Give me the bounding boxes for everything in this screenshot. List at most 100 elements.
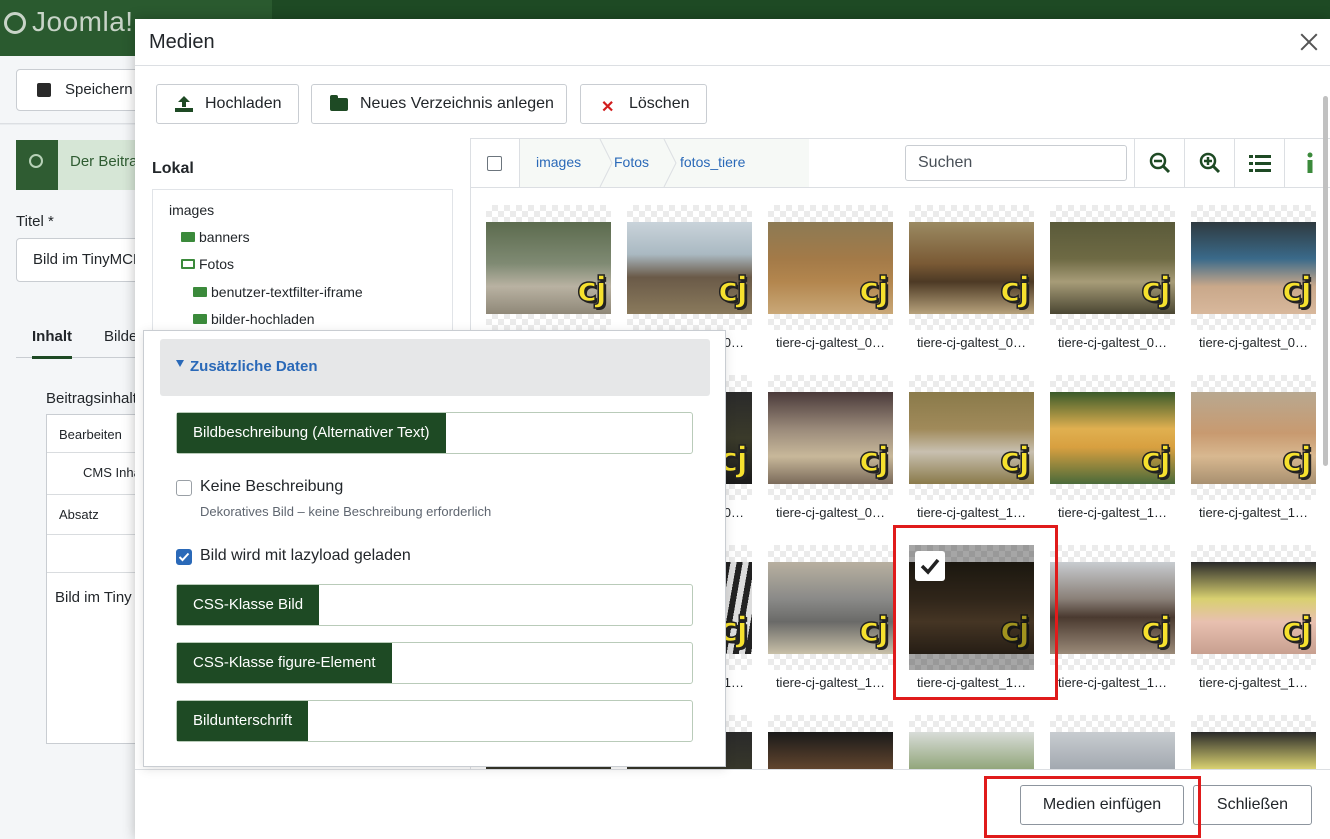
thumbnail-image[interactable]: cj (1050, 375, 1175, 500)
thumbnail-image[interactable]: cj (1191, 545, 1316, 670)
thumbnail-name: tiere-cj-galtest_1… (916, 505, 1027, 520)
thumbnail-photo: cj (909, 392, 1034, 484)
tree-heading: Lokal (152, 160, 194, 177)
editor-format-select[interactable]: Absatz (59, 507, 99, 522)
media-thumbnail[interactable]: cj tiere-cj-galtest_1… (1050, 375, 1175, 525)
close-icon[interactable] (1298, 31, 1320, 53)
upload-button[interactable]: Hochladen (156, 84, 299, 124)
thumbnail-photo: cj (768, 222, 893, 314)
thumbnail-photo: cj (1050, 562, 1175, 654)
media-thumbnail[interactable]: cj tiere-cj-galtest_0… (1050, 205, 1175, 355)
thumbnail-image[interactable]: cj (1191, 375, 1316, 500)
tree-item-images[interactable]: images (169, 202, 214, 218)
no-description-label: Keine Beschreibung (200, 478, 344, 495)
highlight-frame-insert (984, 776, 1201, 838)
caption-label: Bildunterschrift (177, 701, 309, 741)
media-thumbnail[interactable]: cj tiere-cj-galtest_1… (909, 375, 1034, 525)
select-all-checkbox[interactable] (487, 156, 502, 171)
thumbnail-photo: cj (1050, 392, 1175, 484)
watermark-logo: cj (858, 269, 889, 311)
alt-text-label: Bildbeschreibung (Alternativer Text) (177, 413, 446, 453)
no-description-checkbox[interactable] (176, 480, 192, 496)
search-input[interactable]: Suchen (905, 145, 1127, 181)
thumbnail-name: tiere-cj-galtest_1… (1198, 675, 1309, 690)
css-class-image-label: CSS-Klasse Bild (177, 585, 320, 625)
thumbnail-image[interactable]: cj (1050, 205, 1175, 330)
watermark-logo: cj (858, 609, 889, 651)
media-thumbnail[interactable]: cj tiere-cj-galtest_1… (1050, 545, 1175, 695)
zoom-in-icon (1199, 152, 1221, 174)
media-thumbnail[interactable]: cj tiere-cj-galtest_0… (768, 375, 893, 525)
thumbnail-image[interactable]: cj (909, 205, 1034, 330)
folder-icon (193, 314, 207, 324)
breadcrumb-fotos-tiere[interactable]: fotos_tiere (680, 154, 745, 170)
breadcrumb: images Fotos fotos_tiere (519, 139, 809, 187)
folder-open-icon (181, 259, 195, 269)
delete-button[interactable]: ✕ Löschen (580, 84, 707, 124)
breadcrumb-separator-icon (663, 139, 677, 187)
tab-content[interactable]: Inhalt (32, 328, 72, 359)
zoom-out-button[interactable] (1134, 139, 1184, 187)
modal-header: Medien (135, 19, 1330, 66)
thumbnail-image[interactable]: cj (627, 205, 752, 330)
tree-item-banners[interactable]: banners (181, 229, 250, 245)
caption-field[interactable]: Bildunterschrift (176, 700, 693, 742)
lazyload-label: Bild wird mit lazyload geladen (200, 547, 411, 564)
media-thumbnail[interactable]: cj tiere-cj-galtest_0… (909, 205, 1034, 355)
thumbnail-name: tiere-cj-galtest_1… (1198, 505, 1309, 520)
thumbnail-image[interactable]: cj (1050, 545, 1175, 670)
thumbnail-photo: cj (1191, 562, 1316, 654)
browser-toolbar: images Fotos fotos_tiere Suchen (471, 139, 1330, 188)
joomla-logo-icon (4, 12, 26, 34)
zoom-in-button[interactable] (1184, 139, 1234, 187)
thumbnail-name: tiere-cj-galtest_1… (1057, 505, 1168, 520)
thumbnail-name: tiere-cj-galtest_0… (1198, 335, 1309, 350)
media-thumbnail[interactable]: cj tiere-cj-galtest_0… (1191, 205, 1316, 355)
media-thumbnail[interactable]: cj tiere-cj-galtest_1… (1191, 375, 1316, 525)
media-thumbnail[interactable]: cj tiere-cj-galtest_0… (768, 205, 893, 355)
tree-item-fotos[interactable]: Fotos (181, 256, 234, 272)
additional-data-toggle[interactable]: Zusätzliche Daten (160, 339, 710, 396)
folder-tree: images banners Fotos benutzer-textfilter… (152, 189, 453, 349)
watermark-logo: cj (1140, 609, 1171, 651)
media-thumbnail[interactable]: cj tiere-cj-galtest_1… (768, 545, 893, 695)
grid-scrollbar[interactable] (1322, 66, 1330, 769)
thumbnail-image[interactable]: cj (486, 205, 611, 330)
close-button[interactable]: Schließen (1193, 785, 1312, 825)
highlight-frame-selected (893, 525, 1058, 700)
editor-body[interactable]: Bild im Tiny (55, 589, 132, 606)
tree-item-label: Fotos (199, 256, 235, 272)
thumbnail-name: tiere-cj-galtest_0… (916, 335, 1027, 350)
watermark-logo: cj (576, 269, 607, 311)
media-thumbnail[interactable]: cj tiere-cj-galtest_1… (1191, 545, 1316, 695)
thumbnail-image[interactable]: cj (768, 205, 893, 330)
new-folder-button[interactable]: Neues Verzeichnis anlegen (311, 84, 567, 124)
thumbnail-image[interactable]: cj (909, 375, 1034, 500)
tree-item-label: banners (199, 229, 250, 245)
thumbnail-photo: cj (627, 222, 752, 314)
thumbnail-photo: cj (1191, 392, 1316, 484)
breadcrumb-images[interactable]: images (536, 154, 581, 170)
editor-menu-edit[interactable]: Bearbeiten (59, 427, 122, 442)
css-class-image-field[interactable]: CSS-Klasse Bild (176, 584, 693, 626)
media-action-bar: Hochladen Neues Verzeichnis anlegen ✕ Lö… (135, 66, 1330, 138)
watermark-logo: cj (1281, 269, 1312, 311)
new-folder-label: Neues Verzeichnis anlegen (360, 95, 554, 112)
css-class-figure-field[interactable]: CSS-Klasse figure-Element (176, 642, 693, 684)
thumbnail-name: tiere-cj-galtest_0… (775, 505, 886, 520)
check-icon (178, 552, 190, 562)
alt-text-field[interactable]: Bildbeschreibung (Alternativer Text) (176, 412, 693, 454)
thumbnail-image[interactable]: cj (768, 545, 893, 670)
lazyload-checkbox[interactable] (176, 549, 192, 565)
thumbnail-photo: cj (768, 562, 893, 654)
tree-item-benutzer-textfilter-iframe[interactable]: benutzer-textfilter-iframe (193, 284, 363, 300)
breadcrumb-separator-icon (599, 139, 613, 187)
additional-data-panel: Zusätzliche Daten Bildbeschreibung (Alte… (143, 330, 726, 767)
list-view-button[interactable] (1234, 139, 1284, 187)
scrollbar-thumb[interactable] (1323, 96, 1328, 466)
breadcrumb-fotos[interactable]: Fotos (614, 154, 649, 170)
thumbnail-image[interactable]: cj (768, 375, 893, 500)
tree-item-bilder-hochladen[interactable]: bilder-hochladen (193, 311, 315, 327)
watermark-logo: cj (1140, 439, 1171, 481)
thumbnail-image[interactable]: cj (1191, 205, 1316, 330)
